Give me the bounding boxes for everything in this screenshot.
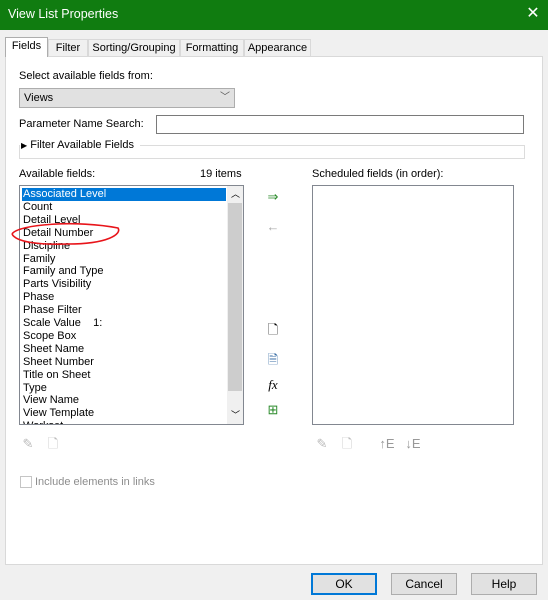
delete-parameter-icon[interactable]: 🗋	[44, 435, 62, 453]
edit-pencil-icon[interactable]: ✎	[313, 435, 331, 453]
chevron-down-icon: ﹀	[220, 92, 230, 103]
list-item[interactable]: Workset	[22, 420, 226, 424]
groupbox-line	[140, 145, 525, 146]
close-icon[interactable]: ✕	[522, 3, 544, 25]
edit-pencil-icon[interactable]: ✎	[19, 435, 37, 453]
dropdown-value: Views	[24, 92, 54, 104]
combine-parameters-icon[interactable]: ⊞	[264, 401, 282, 419]
param-search-label: Parameter Name Search:	[19, 118, 144, 130]
move-down-icon[interactable]: ↓E	[402, 435, 424, 453]
list-item[interactable]: View Template	[22, 407, 226, 420]
param-search-input[interactable]	[156, 115, 524, 134]
list-item[interactable]: Phase Filter	[22, 304, 226, 317]
title-bar: View List Properties ✕	[0, 0, 548, 30]
list-item[interactable]: Family and Type	[22, 265, 226, 278]
available-fields-label: Available fields:	[19, 168, 96, 180]
tab-appearance[interactable]: Appearance	[244, 39, 311, 57]
filter-available-label: Filter Available Fields	[30, 139, 134, 151]
list-item[interactable]: Type	[22, 382, 226, 395]
expand-triangle-icon: ▶	[21, 141, 28, 150]
help-button[interactable]: Help	[471, 573, 537, 595]
delete-parameter-icon[interactable]: 🗋	[338, 435, 356, 453]
ok-button[interactable]: OK	[311, 573, 377, 595]
list-item[interactable]: Count	[22, 201, 226, 214]
tab-formatting[interactable]: Formatting	[180, 39, 244, 57]
red-annotation-circle	[11, 222, 120, 245]
add-field-icon[interactable]: ⇒	[264, 188, 282, 206]
filter-available-toggle[interactable]: ▶ Filter Available Fields	[21, 139, 137, 151]
list-item[interactable]: Sheet Name	[22, 343, 226, 356]
cancel-button[interactable]: Cancel	[391, 573, 457, 595]
scroll-up-icon[interactable]: ︿	[231, 187, 240, 200]
window-title: View List Properties	[8, 7, 119, 21]
move-up-icon[interactable]: ↑E	[376, 435, 398, 453]
tab-fields[interactable]: Fields	[5, 37, 48, 57]
scroll-down-icon[interactable]: ﹀	[231, 408, 240, 421]
scheduled-fields-label: Scheduled fields (in order):	[312, 168, 444, 180]
new-parameter-icon[interactable]: 🗋	[264, 321, 282, 339]
list-item[interactable]: View Name	[22, 394, 226, 407]
item-count: 19 items	[200, 168, 242, 180]
remove-field-icon[interactable]: ←	[264, 218, 282, 236]
list-item[interactable]: Sheet Number	[22, 356, 226, 369]
list-item[interactable]: Title on Sheet	[22, 369, 226, 382]
scrollbar-thumb[interactable]	[228, 203, 242, 391]
list-item[interactable]: Phase	[22, 291, 226, 304]
add-calculated-from-cloud-icon[interactable]: 🗎	[264, 351, 282, 369]
list-item[interactable]: Associated Level	[22, 188, 226, 201]
tab-sorting-grouping[interactable]: Sorting/Grouping	[88, 39, 180, 57]
list-item[interactable]: Scale Value 1:	[22, 317, 226, 330]
include-links-label: Include elements in links	[35, 476, 155, 488]
include-links-checkbox[interactable]	[20, 476, 32, 488]
list-scrollbar[interactable]: ︿ ﹀	[227, 186, 243, 424]
select-from-label: Select available fields from:	[19, 70, 153, 82]
list-item[interactable]: Scope Box	[22, 330, 226, 343]
formula-icon[interactable]: fx	[264, 376, 282, 394]
scheduled-fields-list[interactable]	[312, 185, 514, 425]
fields-source-dropdown[interactable]: Views ﹀	[19, 88, 235, 108]
list-item[interactable]: Parts Visibility	[22, 278, 226, 291]
tab-filter[interactable]: Filter	[48, 39, 88, 57]
list-item[interactable]: Family	[22, 253, 226, 266]
